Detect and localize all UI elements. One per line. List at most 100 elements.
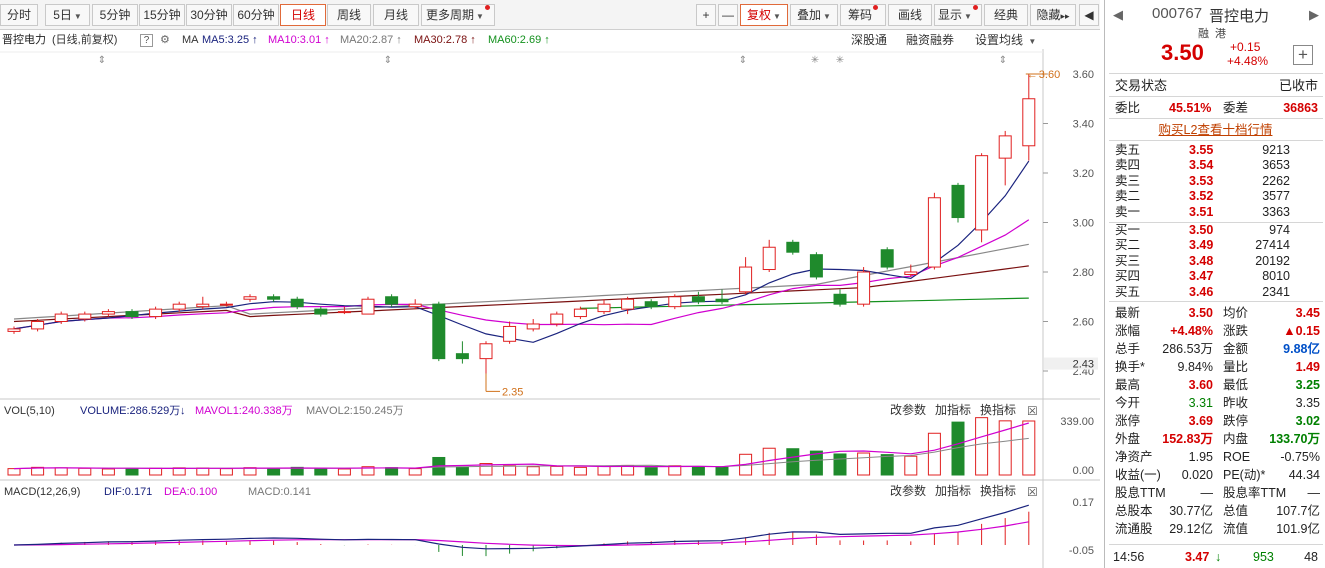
candle-body [267,296,281,300]
volume-bar [668,465,682,476]
volume-bar [243,467,257,476]
candle-body [219,303,233,306]
candle-body [337,311,351,314]
volume-bar [526,466,540,476]
toolbar-button-16[interactable]: 显示 ▼ [934,4,982,26]
stat-row: 今开 3.31 昨收 3.35 [1115,396,1320,410]
legend-ma5: MA5:3.25 ↑ [202,34,258,46]
legend-period: (日线,前复权) [52,34,118,46]
chevron-down-icon: ▼ [773,12,781,21]
toolbar-button-18[interactable]: 隐藏▸▸ [1030,4,1076,26]
volume-bar [54,467,68,476]
current-price-label: 2.43 [1073,359,1094,371]
volume-bar [149,467,163,476]
volume-bar [550,465,564,476]
candle-body [172,303,186,310]
volume-bar [503,465,517,476]
trade-status-row: 交易状态 已收市 [1115,78,1318,93]
indicator-link[interactable]: 改参数 [890,483,926,498]
candle-body [455,353,469,360]
price-tick-label: 2.60 [1073,317,1094,329]
buy-level-row: 买三 3.48 20192 [1115,253,1290,268]
next-stock-arrow-icon[interactable]: ▶ [1309,7,1319,23]
price-tick-label: 3.00 [1073,218,1094,230]
toolbar-button-4[interactable]: 30分钟 [186,4,232,26]
candle-body [432,303,446,360]
marker-icon: ⇕ [98,55,106,66]
sell-level-row: 卖三 3.53 2262 [1115,173,1290,188]
tick-row: 14:56 3.47 ↓ 953 48 [1113,550,1318,564]
volume-bar [857,452,871,476]
close-panel-icon[interactable]: ☒ [1027,485,1038,499]
prev-stock-arrow-icon[interactable]: ◀ [1113,7,1123,23]
volume-bar [1022,420,1036,476]
link-ma-settings[interactable]: 设置均线 ▼ [975,31,1036,51]
volume-bar [644,467,658,476]
toolbar-button-19[interactable]: ◀ [1079,4,1099,26]
toolbar-button-2[interactable]: 5分钟 [92,4,138,26]
volume-tick-label: 0.00 [1073,465,1094,477]
toolbar-button-6[interactable]: 日线 [280,4,326,26]
link-shenzhen-connect[interactable]: 深股通 [851,31,887,49]
toolbar-button-13[interactable]: 叠加 ▼ [790,4,838,26]
macd-legend-name: MACD(12,26,9) [4,486,80,498]
toolbar-button-7[interactable]: 周线 [327,4,371,26]
down-arrow-icon: ↓ [180,405,186,417]
price-change: +0.15 [1230,40,1261,54]
buy-level-row: 买一 3.50 974 [1115,223,1290,237]
add-watchlist-button[interactable]: + [1293,45,1313,65]
toolbar-button-11[interactable]: — [718,4,738,26]
stat-row: 总股本 30.77亿 总值 107.7亿 [1115,504,1320,518]
marker-icon: ⇕ [999,55,1007,66]
stat-row: 总手 286.53万 金额 9.88亿 [1115,342,1320,356]
sell-level-row: 卖五 3.55 9213 [1115,143,1290,157]
link-margin-trading[interactable]: 融资融券 [906,31,954,49]
kline-chart[interactable]: ⇕ ⇕ ⇕ ✳ ✳ ⇕3.603.403.203.002.802.602.402.43← 3… [0,49,1100,568]
volume-bar [408,468,422,476]
toolbar-button-10[interactable]: + [696,4,716,26]
chevron-down-icon: ▼ [964,12,972,21]
toolbar-button-15[interactable]: 画线 [888,4,932,26]
toolbar-button-0[interactable]: 分时 [0,4,38,26]
toolbar-button-9[interactable]: 更多周期 ▼ [421,4,495,26]
stat-row: 外盘 152.83万 内盘 133.70万 [1115,432,1320,446]
toolbar-button-8[interactable]: 月线 [373,4,419,26]
candle-body [573,308,587,318]
indicator-link[interactable]: 改参数 [890,402,926,417]
toolbar-button-1[interactable]: 5日 ▼ [45,4,90,26]
indicator-link[interactable]: 换指标 [980,402,1016,417]
candle-body [857,271,871,305]
stat-row: 股息TTM — 股息率TTM — [1115,486,1320,500]
candle-body [550,313,564,325]
volume-bar [196,467,210,476]
toolbar-button-17[interactable]: 经典 [984,4,1028,26]
toolbar-button-3[interactable]: 15分钟 [139,4,185,26]
candle-body [975,155,989,231]
indicator-link[interactable]: 换指标 [980,483,1016,498]
indicator-link[interactable]: 加指标 [935,402,971,417]
legend-ma30: MA30:2.78 ↑ [414,34,476,46]
toolbar-button-14[interactable]: 筹码 [840,4,886,26]
candle-body [361,298,375,315]
close-panel-icon[interactable]: ☒ [1027,404,1038,418]
candle-body [691,296,705,303]
notification-dot-icon [484,5,490,10]
settings-gear-icon[interactable]: ⚙ [160,31,170,49]
candle-body [7,328,21,332]
marker-icon: ⇕ [739,55,747,66]
indicator-link[interactable]: 加指标 [935,483,971,498]
ma5-line [13,160,1030,343]
stat-row: 收益(一) 0.020 PE(动)* 44.34 [1115,468,1320,482]
help-button[interactable]: ? [140,31,153,49]
mavol1-line [13,422,1029,470]
chevron-down-icon: ▼ [476,12,484,21]
volume-bar [975,417,989,476]
weibi-row: 委比 45.51% 委差 36863 [1115,101,1318,115]
high-annotation-label: 3.60 [1039,69,1060,81]
toolbar-button-12[interactable]: 复权 ▼ [740,4,788,26]
ma30-line [13,265,1029,323]
chevron-down-icon: ▼ [823,12,831,21]
buy-l2-link[interactable]: 购买L2查看十档行情 [1105,121,1325,139]
toolbar-button-5[interactable]: 60分钟 [233,4,279,26]
expand-arrows-icon: ▸▸ [1060,11,1070,21]
